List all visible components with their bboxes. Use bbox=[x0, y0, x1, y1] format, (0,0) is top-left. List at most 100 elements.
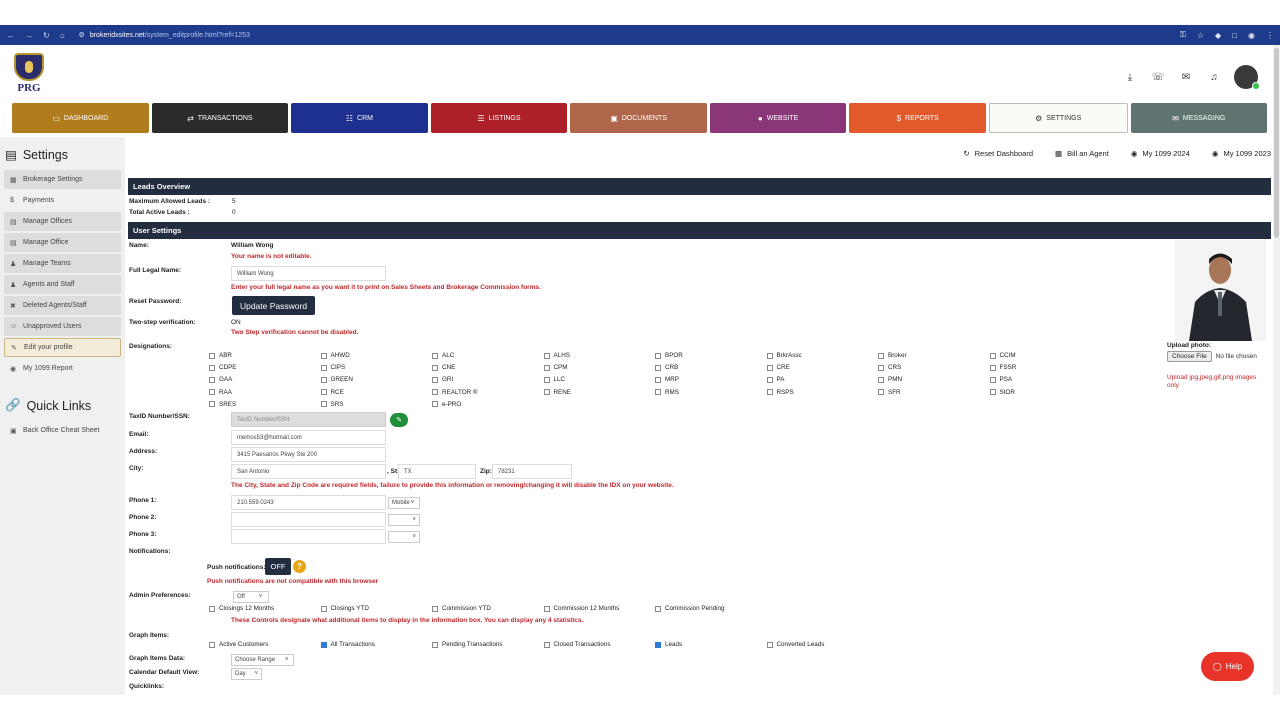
checkbox[interactable] bbox=[543, 352, 550, 359]
checkbox[interactable] bbox=[320, 389, 327, 396]
checkbox[interactable] bbox=[432, 605, 438, 612]
checkbox[interactable] bbox=[655, 641, 661, 648]
graph-item-checkbox[interactable]: All Transactions bbox=[320, 641, 375, 648]
download-icon[interactable]: ⤓ bbox=[1122, 69, 1138, 85]
checkbox[interactable] bbox=[655, 364, 661, 371]
profile-icon[interactable]: ◉ bbox=[1248, 31, 1255, 40]
home-icon[interactable]: ⌂ bbox=[60, 31, 65, 40]
checkbox[interactable] bbox=[320, 364, 327, 371]
address-input[interactable]: 3415 Paesanos Pkwy Ste 200 bbox=[231, 447, 386, 462]
designation-checkbox[interactable]: Broker bbox=[878, 352, 907, 359]
city-input[interactable]: San Antonio bbox=[231, 464, 386, 479]
sidebar-item-deleted-agents-staff[interactable]: ✖ Deleted Agents/Staff bbox=[4, 296, 121, 315]
puzzle-icon[interactable]: □ bbox=[1232, 31, 1237, 40]
designation-checkbox[interactable]: RMS bbox=[655, 389, 679, 396]
tab-crm[interactable]: ☷ CRM bbox=[291, 103, 428, 133]
designation-checkbox[interactable]: CPM bbox=[543, 364, 568, 371]
back-icon[interactable]: ← bbox=[7, 31, 15, 40]
star-icon[interactable]: ☆ bbox=[1197, 31, 1204, 40]
forward-icon[interactable]: → bbox=[25, 31, 33, 40]
update-password-button[interactable]: Update Password bbox=[232, 296, 315, 315]
checkbox[interactable] bbox=[432, 401, 438, 408]
checkbox[interactable] bbox=[320, 352, 327, 359]
designation-checkbox[interactable]: RCE bbox=[320, 389, 344, 396]
reload-icon[interactable]: ↻ bbox=[43, 31, 50, 40]
checkbox[interactable] bbox=[989, 364, 996, 371]
designation-checkbox[interactable]: CRB bbox=[655, 364, 678, 371]
sidebar-item-manage-office[interactable]: ▤ Manage Office bbox=[4, 233, 121, 252]
checkbox[interactable] bbox=[320, 401, 327, 408]
checkbox[interactable] bbox=[655, 389, 661, 396]
admin-preferences-select[interactable]: Off ˅ bbox=[233, 591, 269, 603]
designation-checkbox[interactable]: SIOR bbox=[989, 389, 1015, 396]
file-upload[interactable]: Choose File No file chosen bbox=[1167, 351, 1257, 362]
designation-checkbox[interactable]: AHWD bbox=[320, 352, 350, 359]
graph-item-checkbox[interactable]: Closed Transactions bbox=[543, 641, 611, 648]
phone2-input[interactable] bbox=[231, 512, 386, 527]
designation-checkbox[interactable]: RENE bbox=[543, 389, 571, 396]
checkbox[interactable] bbox=[209, 376, 215, 383]
checkbox[interactable] bbox=[209, 389, 215, 396]
checkbox[interactable] bbox=[209, 401, 215, 408]
checkbox[interactable] bbox=[878, 364, 884, 371]
designation-checkbox[interactable]: PSA bbox=[989, 376, 1012, 383]
designation-checkbox[interactable]: MRP bbox=[655, 376, 679, 383]
help-button[interactable]: ◯ Help bbox=[1201, 652, 1254, 681]
scrollbar-thumb[interactable] bbox=[1274, 48, 1279, 238]
designation-checkbox[interactable]: CDPE bbox=[209, 364, 237, 371]
taxid-input[interactable]: TaxID Number/SSN bbox=[231, 412, 386, 427]
admin-preference-checkbox[interactable]: Commission YTD bbox=[432, 605, 491, 612]
checkbox[interactable] bbox=[655, 376, 661, 383]
sidebar-item-edit-your-profile[interactable]: ✎ Edit your profile bbox=[4, 338, 121, 357]
designation-checkbox[interactable]: CRE bbox=[766, 364, 790, 371]
phone1-type-select[interactable]: Mobile ˅ bbox=[388, 497, 420, 509]
tab-documents[interactable]: ▣ DOCUMENTS bbox=[570, 103, 707, 133]
phone3-input[interactable] bbox=[231, 529, 386, 544]
checkbox[interactable] bbox=[209, 641, 215, 648]
sidebar-item-unapproved-users[interactable]: ☺ Unapproved Users bbox=[4, 317, 121, 336]
sidebar-item-manage-offices[interactable]: ▤ Manage Offices bbox=[4, 212, 121, 231]
address-bar[interactable]: ⚙ brokeridxsites.net/system_editprofile.… bbox=[79, 31, 250, 40]
help-question-icon[interactable]: ? bbox=[293, 560, 306, 573]
phone2-type-select[interactable]: ˅ bbox=[388, 514, 420, 526]
checkbox[interactable] bbox=[432, 376, 438, 383]
push-toggle-button[interactable]: OFF bbox=[265, 558, 291, 575]
my-1099-2023-button[interactable]: ◉ My 1099 2023 bbox=[1212, 149, 1271, 158]
mail-icon[interactable]: ✉ bbox=[1178, 69, 1194, 85]
checkbox[interactable] bbox=[878, 352, 884, 359]
designation-checkbox[interactable]: BrkrAssc bbox=[766, 352, 802, 359]
graph-item-checkbox[interactable]: Leads bbox=[655, 641, 682, 648]
checkbox[interactable] bbox=[989, 352, 996, 359]
checkbox[interactable] bbox=[432, 641, 438, 648]
designation-checkbox[interactable]: ALHS bbox=[543, 352, 570, 359]
checkbox[interactable] bbox=[432, 352, 438, 359]
tab-messaging[interactable]: ✉ MESSAGING bbox=[1130, 103, 1268, 133]
checkbox[interactable] bbox=[655, 352, 661, 359]
quick-link-cheat-sheet[interactable]: ▣ Back Office Cheat Sheet bbox=[4, 421, 121, 440]
designation-checkbox[interactable]: CIPS bbox=[320, 364, 345, 371]
admin-preference-checkbox[interactable]: Commission 12 Months bbox=[543, 605, 619, 612]
designation-checkbox[interactable]: ABR bbox=[209, 352, 232, 359]
designation-checkbox[interactable]: CCIM bbox=[989, 352, 1016, 359]
edit-taxid-button[interactable]: ✎ bbox=[390, 413, 408, 427]
state-input[interactable]: TX bbox=[398, 464, 476, 479]
tab-reports[interactable]: $ REPORTS bbox=[849, 103, 986, 133]
checkbox[interactable] bbox=[320, 376, 327, 383]
checkbox[interactable] bbox=[878, 389, 884, 396]
designation-checkbox[interactable]: CRS bbox=[878, 364, 901, 371]
sidebar-item-agents-and-staff[interactable]: ♟ Agents and Staff bbox=[4, 275, 121, 294]
key-icon[interactable]: ⚿ bbox=[1180, 30, 1186, 40]
checkbox[interactable] bbox=[766, 376, 773, 383]
bill-agent-button[interactable]: ▦ Bill an Agent bbox=[1055, 149, 1109, 158]
avatar[interactable] bbox=[1234, 65, 1260, 90]
admin-preference-checkbox[interactable]: Commission Pending bbox=[655, 605, 725, 612]
checkbox[interactable] bbox=[655, 605, 661, 612]
designation-checkbox[interactable]: LLC bbox=[543, 376, 565, 383]
designation-checkbox[interactable]: RSPS bbox=[766, 389, 794, 396]
designation-checkbox[interactable]: FSSR bbox=[989, 364, 1016, 371]
zip-input[interactable]: 78231 bbox=[492, 464, 572, 479]
tab-listings[interactable]: ☰ LISTINGS bbox=[430, 103, 568, 133]
checkbox[interactable] bbox=[432, 364, 438, 371]
checkbox[interactable] bbox=[766, 364, 773, 371]
designation-checkbox[interactable]: BPOR bbox=[655, 352, 683, 359]
